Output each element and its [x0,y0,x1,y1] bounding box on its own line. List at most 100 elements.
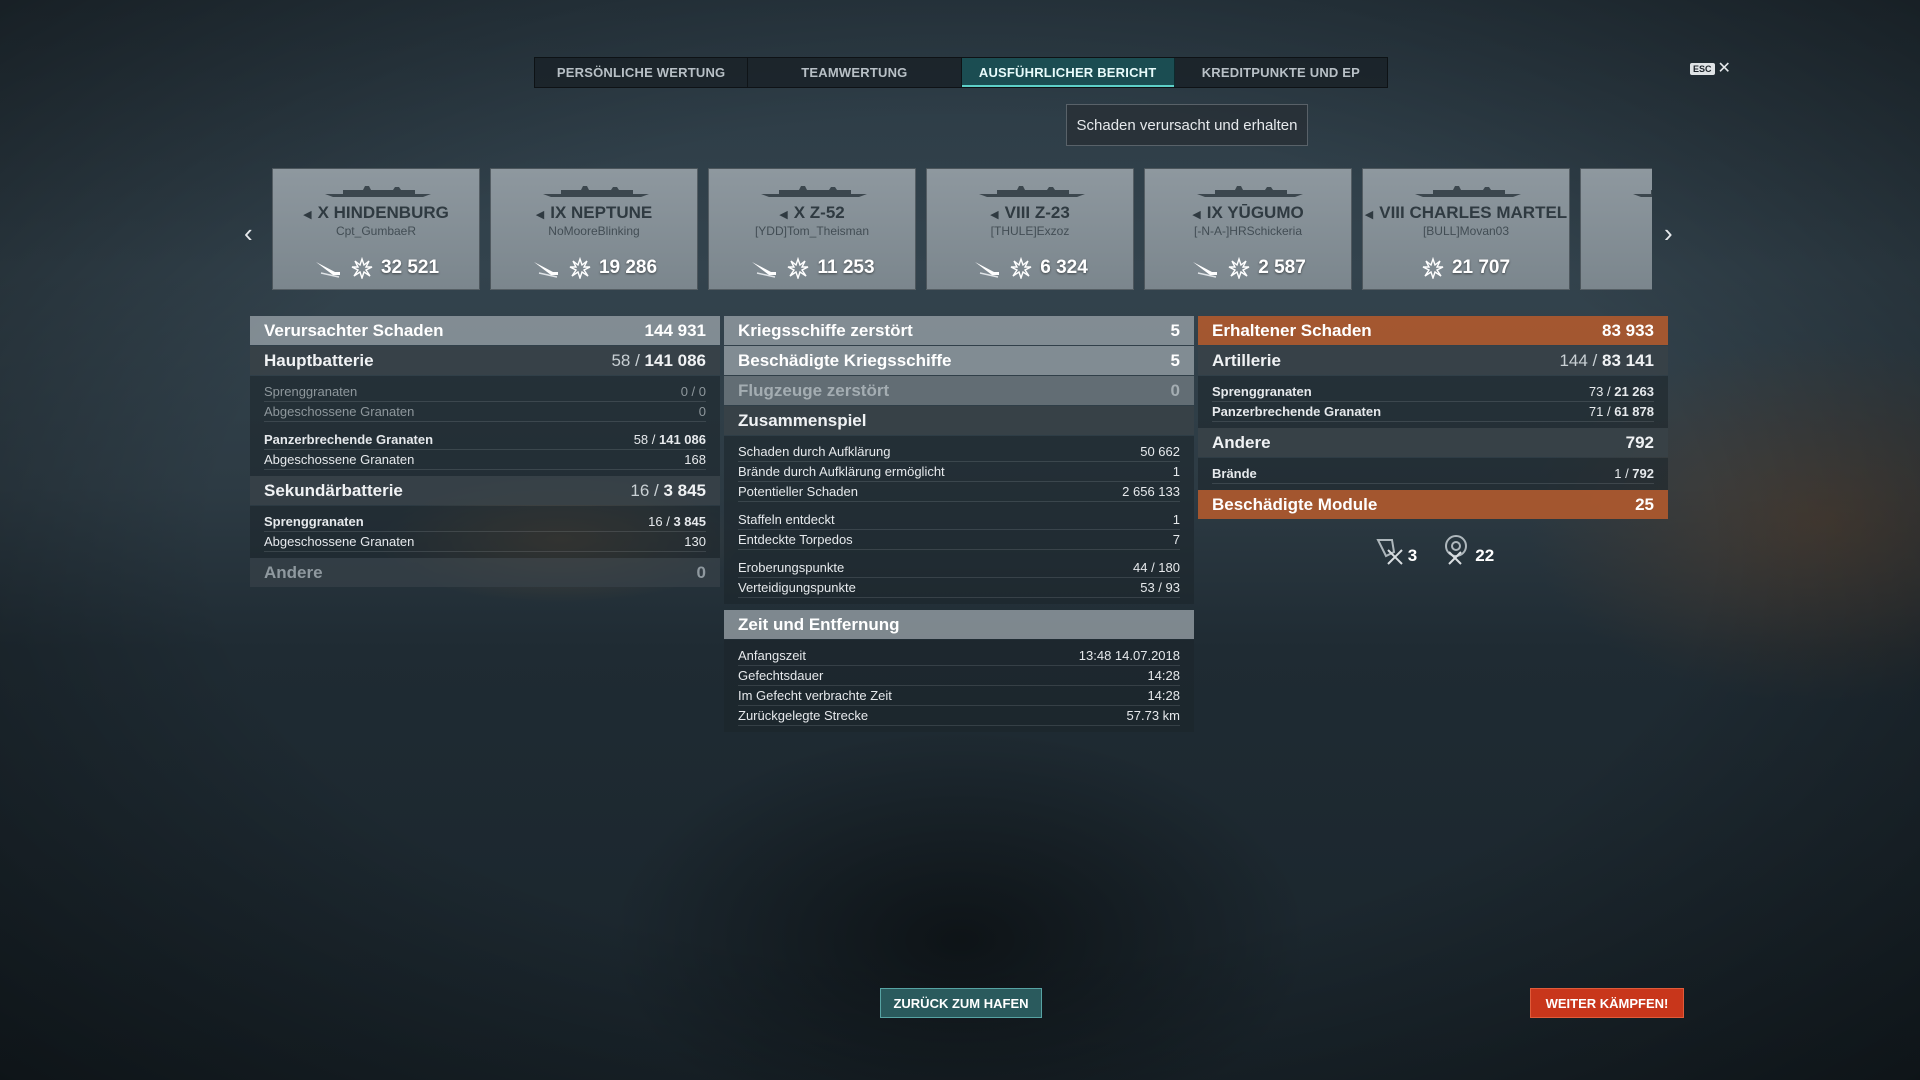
dealt-damage-label: Verursachter Schaden [264,320,444,340]
battle-duration-row: Gefechtsdauer 14:28 [738,666,1180,686]
artillery-rows: Sprenggranaten 73 / 21 263 Panzerbrechend… [1198,376,1668,428]
flag-icon: ◀ [303,209,312,221]
secondary-he-row: Sprenggranaten 16 / 3 845 [264,512,706,532]
ship-name: ◀ IX YŪGUMO [1192,203,1304,222]
player-name: [THULE]Exzoz [990,224,1070,238]
torpedo-icon [1193,262,1218,278]
damaged-modules-list: 3 22 [1198,520,1668,578]
main-battery-label: Hauptbatterie [264,350,374,370]
tab-team-score[interactable]: TEAMWERTUNG [748,58,962,87]
ship-damage-value: 32 521 [380,257,440,278]
ship-silhouette-icon [1633,190,1652,197]
ship-card[interactable]: ◀VII [1580,168,1652,290]
ship-silhouette-icon [325,186,431,197]
dealt-damage-panel: Verursachter Schaden 144 931 Hauptbatter… [250,316,720,588]
secondary-battery-header: Sekundärbatterie 16 / 3 845 [250,476,720,505]
ship-name: ◀ VIII CHARLES MARTEL [1364,203,1568,222]
ship-card[interactable]: ◀ VIII Z-23 [THULE]Exzoz 6 324 [926,168,1134,290]
close-button[interactable]: ESC ✕ [1690,60,1731,77]
torpedo-icon [752,262,777,278]
rudder-icon [1376,539,1403,565]
continue-fighting-button[interactable]: WEITER KÄMPFEN! [1530,988,1684,1018]
received-other-header: Andere 792 [1198,428,1668,457]
ship-silhouette-icon [979,186,1085,197]
ship-card[interactable]: ◀ IX NEPTUNE NoMooreBlinking 19 286 [490,168,698,290]
received-other-rows: Brände 1 / 792 [1198,458,1668,490]
artillery-header: Artillerie 144 / 83 141 [1198,346,1668,375]
ship-card[interactable]: ◀ VIII CHARLES MARTEL [BULL]Movan03 21 707 [1362,168,1570,290]
tab-bar: PERSÖNLICHE WERTUNG TEAMWERTUNG AUSFÜHRL… [534,57,1388,88]
ship-damage-value: 6 324 [1040,257,1088,278]
module-engine: 22 [1439,532,1494,566]
player-name: [YDD]Tom_Theisman [754,224,870,238]
ships-destroyed-header: Kriegsschiffe zerstört 5 [724,316,1194,345]
main-battery-hits: 58 [611,350,631,370]
ap-fired-row: Abgeschossene Granaten 168 [264,450,706,470]
time-in-battle-row: Im Gefecht verbrachte Zeit 14:28 [738,686,1180,706]
teamplay-header: Zusammenspiel [724,406,1194,435]
torpedo-icon [533,262,558,278]
squadrons-spotted-row: Staffeln entdeckt 1 [738,510,1180,530]
tab-credits-xp[interactable]: KREDITPUNKTE UND EP [1175,58,1387,87]
damage-filter-button[interactable]: Schaden verursacht und erhalten [1066,104,1308,146]
secondary-battery-label: Sekundärbatterie [264,480,403,500]
main-battery-rows: Sprenggranaten 0 / 0 Abgeschossene Granat… [250,376,720,476]
main-battery-total: 141 086 [644,350,706,370]
received-ap-row: Panzerbrechende Granaten 71 / 61 878 [1212,402,1654,422]
engine-icon [1445,535,1468,565]
planes-destroyed-header: Flugzeuge zerstört 0 [724,376,1194,405]
ship-name: ◀ IX NEPTUNE [535,203,653,222]
left-other-header: Andere 0 [250,558,720,587]
ship-damage-value: 19 286 [598,257,658,278]
damaged-modules-header: Beschädigte Module 25 [1198,490,1668,519]
player-name: [BULL]Movan03 [1422,224,1510,238]
ship-name: ◀ VIII Z-23 [990,203,1070,222]
capture-points-row: Eroberungspunkte 44 / 180 [738,558,1180,578]
back-to-port-button[interactable]: ZURÜCK ZUM HAFEN [880,988,1042,1018]
ship-name: ◀ X HINDENBURG [303,203,449,222]
torpedo-icon [315,262,340,278]
spotting-damage-row: Schaden durch Aufklärung 50 662 [738,442,1180,462]
ship-card[interactable]: ◀ IX YŪGUMO [-N-A-]HRSchickeria 2 587 [1144,168,1352,290]
defense-points-row: Verteidigungspunkte 53 / 93 [738,578,1180,598]
ship-damage-stats: 11 253 [709,257,915,279]
carousel-next-arrow[interactable]: › [1664,218,1673,249]
ship-carousel: ◀ X HINDENBURG Cpt_GumbaeR 32 521 ◀ IX NEPTUN… [272,168,1652,292]
tab-personal-score[interactable]: PERSÖNLICHE WERTUNG [535,58,749,87]
flag-icon: ◀ [1364,209,1374,221]
ship-damage-value: 21 707 [1451,257,1511,278]
ap-row: Panzerbrechende Granaten 58 / 141 086 [264,430,706,450]
ship-silhouette-icon [761,186,867,197]
flag-icon: ◀ [1192,209,1201,221]
ship-name: ◀VII [1581,203,1652,223]
ship-name: ◀ X Z-52 [779,203,845,222]
ship-damage-value: 11 253 [817,257,875,278]
ship-card[interactable]: ◀ X HINDENBURG Cpt_GumbaeR 32 521 [272,168,480,290]
ship-silhouette-icon [543,186,649,197]
ships-damaged-header: Beschädigte Kriegsschiffe 5 [724,346,1194,375]
start-time-row: Anfangszeit 13:48 14.07.2018 [738,646,1180,666]
player-name: [-N-A-]HRSchickeria [1193,224,1302,238]
torpedoes-spotted-row: Entdeckte Torpedos 7 [738,530,1180,550]
ship-damage-value: 2 587 [1258,257,1306,278]
damage-burst-icon [788,257,809,279]
damage-burst-icon [1010,257,1032,279]
spotting-fires-row: Brände durch Aufklärung ermöglicht 1 [738,462,1180,482]
flag-icon: ◀ [535,209,545,221]
ship-damage-stats: 6 324 [927,257,1133,279]
tab-detailed-report[interactable]: AUSFÜHRLICHER BERICHT [961,58,1175,87]
distance-row: Zurückgelegte Strecke 57.73 km [738,706,1180,726]
module-rudder: 3 [1372,532,1417,566]
ship-card[interactable]: ◀ X Z-52 [YDD]Tom_Theisman 11 253 [708,168,916,290]
secondary-fired-row: Abgeschossene Granaten 130 [264,532,706,552]
damage-burst-icon [1422,257,1444,279]
teamplay-rows: Schaden durch Aufklärung 50 662 Brände du… [724,436,1194,604]
potential-damage-row: Potentieller Schaden 2 656 133 [738,482,1180,502]
player-name: NoMooreBlinking [548,224,640,238]
ship-damage-stats: 2 587 [1145,257,1351,279]
damage-burst-icon [351,257,373,279]
carousel-prev-arrow[interactable]: ‹ [244,218,253,249]
close-icon: ✕ [1717,60,1731,77]
time-distance-header: Zeit und Entfernung [724,610,1194,639]
flag-icon: ◀ [990,209,999,221]
